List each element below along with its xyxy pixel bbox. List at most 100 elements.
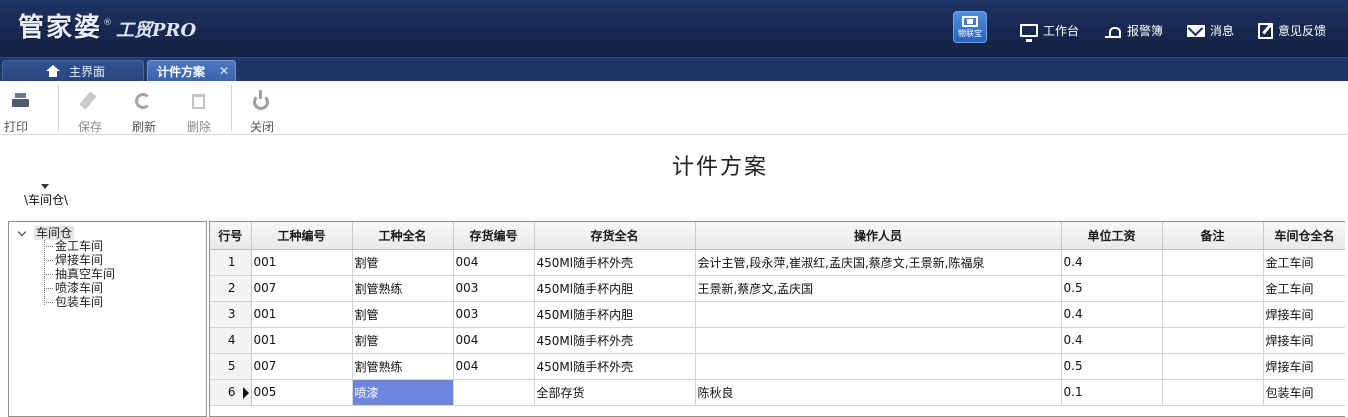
nav-alarm-book[interactable]: 报警簿 <box>1104 22 1163 39</box>
column-header[interactable]: 单位工资 <box>1061 222 1163 250</box>
app-logo: 管家婆 ® 工贸PRO <box>18 12 196 44</box>
mail-icon <box>1187 24 1205 37</box>
save-button[interactable]: 保存 <box>68 89 112 134</box>
table-cell[interactable]: 割管 <box>352 327 454 354</box>
table-cell[interactable]: 007 <box>251 353 353 380</box>
table-cell[interactable] <box>1162 327 1264 354</box>
print-label: 打印 <box>3 120 28 134</box>
pencil-icon <box>79 91 97 110</box>
table-cell[interactable]: 004 <box>453 327 535 354</box>
nav-messages[interactable]: 消息 <box>1187 22 1234 39</box>
table-cell[interactable]: 喷漆 <box>352 379 454 406</box>
tree-item[interactable]: 抽真空车间 <box>44 267 115 281</box>
table-row[interactable]: 4 001 割管 004 450Ml随手杯外壳 0.4 焊接车间 <box>210 327 1345 354</box>
table-cell[interactable]: 金工车间 <box>1263 249 1345 276</box>
tree-item[interactable]: 焊接车间 <box>44 253 115 267</box>
column-header[interactable]: 工种全名 <box>352 222 454 250</box>
grid-header-row: 行号 工种编号 工种全名 存货编号 存货全名 操作人员 单位工资 备注 车间仓全名 <box>210 222 1345 250</box>
table-row[interactable]: 5 007 割管熟练 004 450Ml随手杯外壳 0.5 焊接车间 <box>210 353 1345 380</box>
table-cell[interactable]: 004 <box>453 353 535 380</box>
nav-feedback[interactable]: 意见反馈 <box>1258 22 1326 39</box>
warehouse-tree: 车间仓 金工车间 焊接车间 抽真空车间 喷漆车间 包装车间 <box>8 221 207 417</box>
table-cell[interactable]: 005 <box>251 379 353 406</box>
table-cell[interactable] <box>695 353 1062 380</box>
table-row[interactable]: 3 001 割管 003 450Ml随手杯内胆 0.4 焊接车间 <box>210 301 1345 328</box>
table-cell[interactable]: 0.4 <box>1061 249 1163 276</box>
table-cell[interactable]: 割管 <box>352 301 454 328</box>
table-cell[interactable] <box>1162 275 1264 302</box>
table-cell[interactable] <box>695 301 1062 328</box>
table-cell[interactable]: 0.5 <box>1061 275 1163 302</box>
table-cell[interactable]: 陈秋良 <box>695 379 1062 406</box>
logo-sub-text: 工贸PRO <box>116 20 197 41</box>
column-header[interactable]: 操作人员 <box>695 222 1062 250</box>
table-cell[interactable]: 焊接车间 <box>1263 353 1345 380</box>
table-cell[interactable]: 0.1 <box>1061 379 1163 406</box>
tab-home[interactable]: 主界面 <box>2 60 144 82</box>
column-header[interactable]: 车间仓全名 <box>1263 222 1345 250</box>
table-cell[interactable]: 001 <box>251 249 353 276</box>
table-cell[interactable] <box>1162 301 1264 328</box>
table-cell[interactable]: 焊接车间 <box>1263 301 1345 328</box>
table-cell[interactable]: 包装车间 <box>1263 379 1345 406</box>
table-cell[interactable]: 450Ml随手杯外壳 <box>534 249 696 276</box>
chevron-down-icon[interactable] <box>18 228 28 238</box>
logo-main-text: 管家婆 <box>18 13 103 43</box>
close-icon[interactable]: ✕ <box>219 64 229 78</box>
delete-button[interactable]: 删除 <box>177 89 221 134</box>
refresh-button[interactable]: 刷新 <box>122 89 166 134</box>
refresh-icon <box>135 93 151 109</box>
tree-item[interactable]: 金工车间 <box>44 239 115 253</box>
table-cell[interactable]: 全部存货 <box>534 379 696 406</box>
table-cell[interactable]: 王景新,蔡彦文,孟庆国 <box>695 275 1062 302</box>
tab-piecework-plan[interactable]: 计件方案 ✕ <box>147 60 236 82</box>
table-row[interactable]: 1 001 割管 004 450Ml随手杯外壳 会计主管,段永萍,崔淑红,孟庆国,蔡彦文,… <box>210 249 1345 276</box>
nav-workbench[interactable]: 工作台 <box>1020 22 1079 42</box>
column-header[interactable]: 行号 <box>210 222 252 250</box>
qr-code-icon <box>962 16 978 27</box>
table-cell[interactable]: 450Ml随手杯外壳 <box>534 327 696 354</box>
column-header[interactable]: 工种编号 <box>251 222 353 250</box>
tree-item[interactable]: 喷漆车间 <box>44 281 115 295</box>
table-cell[interactable]: 450Ml随手杯内胆 <box>534 301 696 328</box>
table-cell[interactable]: 003 <box>453 301 535 328</box>
column-header[interactable]: 存货全名 <box>534 222 696 250</box>
table-cell[interactable] <box>1162 353 1264 380</box>
table-cell[interactable]: 割管 <box>352 249 454 276</box>
column-header[interactable]: 存货编号 <box>453 222 535 250</box>
table-cell[interactable]: 0.4 <box>1061 301 1163 328</box>
table-cell[interactable] <box>453 379 535 406</box>
table-cell[interactable]: 003 <box>453 275 535 302</box>
table-cell[interactable]: 0.5 <box>1061 353 1163 380</box>
tree-root[interactable]: 车间仓 <box>18 226 75 240</box>
table-cell[interactable]: 001 <box>251 301 353 328</box>
column-header[interactable]: 备注 <box>1162 222 1264 250</box>
table-cell[interactable] <box>1162 379 1264 406</box>
home-icon <box>46 65 60 77</box>
iot-button[interactable]: 物联宝 <box>953 11 987 43</box>
table-row[interactable]: 6 005 喷漆 全部存货 陈秋良 0.1 包装车间 <box>210 379 1345 406</box>
table-cell[interactable]: 金工车间 <box>1263 275 1345 302</box>
table-cell[interactable]: 0.4 <box>1061 327 1163 354</box>
table-cell[interactable]: 会计主管,段永萍,崔淑红,孟庆国,蔡彦文,王景新,陈福泉 <box>695 249 1062 276</box>
table-row[interactable]: 2 007 割管熟练 003 450Ml随手杯内胆 王景新,蔡彦文,孟庆国 0.5 金工车间 <box>210 275 1345 302</box>
table-cell[interactable] <box>1162 249 1264 276</box>
feedback-icon <box>1258 22 1273 39</box>
nav-feedback-label: 意见反馈 <box>1278 24 1327 38</box>
table-cell[interactable]: 001 <box>251 327 353 354</box>
tab-piecework-label: 计件方案 <box>157 65 206 79</box>
table-cell[interactable]: 450Ml随手杯内胆 <box>534 275 696 302</box>
table-cell[interactable]: 割管熟练 <box>352 353 454 380</box>
table-cell[interactable]: 割管熟练 <box>352 275 454 302</box>
tree-item[interactable]: 包装车间 <box>44 295 115 309</box>
print-button[interactable]: 打印 <box>0 89 44 134</box>
close-button[interactable]: 关闭 <box>240 89 284 134</box>
table-cell[interactable]: 焊接车间 <box>1263 327 1345 354</box>
table-cell[interactable] <box>695 327 1062 354</box>
row-number-cell: 3 <box>210 301 252 328</box>
printer-icon <box>12 93 29 107</box>
table-cell[interactable]: 004 <box>453 249 535 276</box>
table-cell[interactable]: 450Ml随手杯外壳 <box>534 353 696 380</box>
print-dropdown-icon[interactable] <box>41 184 49 189</box>
table-cell[interactable]: 007 <box>251 275 353 302</box>
